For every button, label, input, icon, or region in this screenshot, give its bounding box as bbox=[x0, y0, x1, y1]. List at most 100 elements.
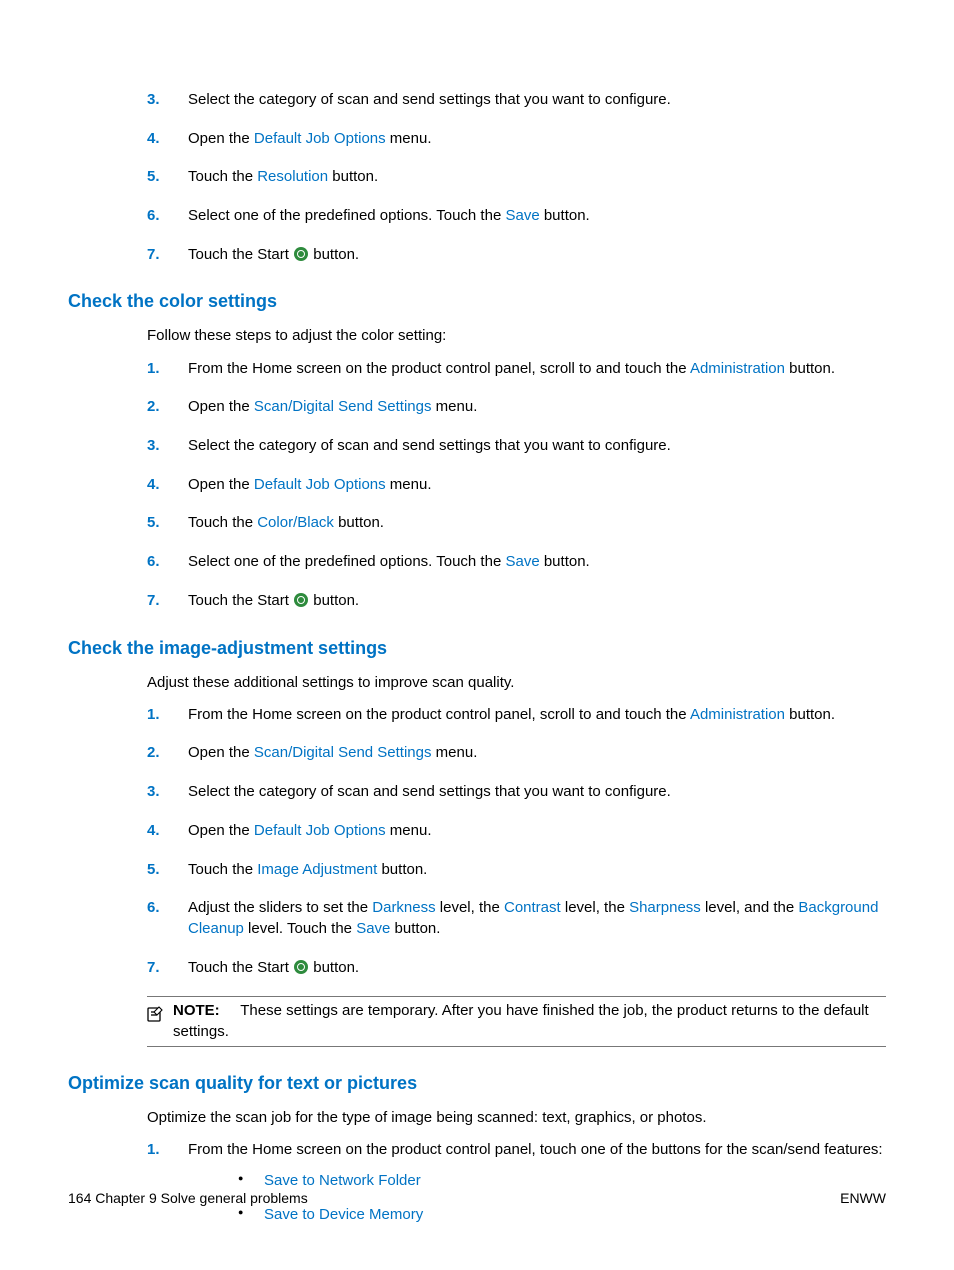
optimize-quality-steps: 1. From the Home screen on the product co… bbox=[68, 1140, 886, 1225]
note-label: NOTE: bbox=[173, 1002, 220, 1019]
step-text: Open the Default Job Options menu. bbox=[188, 130, 432, 147]
keyword: Save bbox=[505, 207, 539, 224]
step-number: 1. bbox=[147, 359, 160, 380]
step-item: 4. Open the Default Job Options menu. bbox=[147, 129, 886, 150]
step-text: Touch the Image Adjustment button. bbox=[188, 861, 427, 878]
step-item: 3. Select the category of scan and send s… bbox=[147, 782, 886, 803]
step-item: 5. Touch the Color/Black button. bbox=[147, 513, 886, 534]
bullet-item: Save to Network Folder bbox=[228, 1171, 886, 1191]
step-number: 5. bbox=[147, 167, 160, 188]
heading-color-settings: Check the color settings bbox=[68, 291, 886, 312]
keyword: Default Job Options bbox=[254, 130, 386, 147]
keyword: Default Job Options bbox=[254, 476, 386, 493]
intro-color-settings: Follow these steps to adjust the color s… bbox=[147, 326, 886, 346]
footer-left: 164 Chapter 9 Solve general problems bbox=[68, 1190, 308, 1206]
step-text: Select the category of scan and send set… bbox=[188, 437, 671, 454]
step-text: Select one of the predefined options. To… bbox=[188, 207, 590, 224]
footer-right: ENWW bbox=[840, 1190, 886, 1206]
step-number: 7. bbox=[147, 958, 160, 979]
keyword: Darkness bbox=[372, 899, 435, 916]
keyword: Image Adjustment bbox=[257, 861, 377, 878]
step-text: Select the category of scan and send set… bbox=[188, 91, 671, 108]
step-text: Touch the Start button. bbox=[188, 959, 359, 976]
step-item: 7. Touch the Start button. bbox=[147, 591, 886, 612]
step-text: Open the Default Job Options menu. bbox=[188, 476, 432, 493]
step-text: Touch the Resolution button. bbox=[188, 168, 378, 185]
start-icon bbox=[294, 960, 308, 974]
step-text: Touch the Start button. bbox=[188, 592, 359, 609]
step-number: 4. bbox=[147, 475, 160, 496]
step-text: From the Home screen on the product cont… bbox=[188, 1141, 883, 1158]
step-text: Open the Scan/Digital Send Settings menu… bbox=[188, 398, 477, 415]
step-number: 6. bbox=[147, 552, 160, 573]
step-text: Touch the Start button. bbox=[188, 246, 359, 263]
step-item: 6. Adjust the sliders to set the Darkness… bbox=[147, 898, 886, 939]
start-icon bbox=[294, 593, 308, 607]
keyword: Save to Device Memory bbox=[264, 1206, 423, 1223]
keyword: Administration bbox=[690, 360, 785, 377]
step-number: 3. bbox=[147, 90, 160, 111]
keyword: Color/Black bbox=[257, 514, 334, 531]
keyword: Default Job Options bbox=[254, 822, 386, 839]
keyword: Resolution bbox=[257, 168, 328, 185]
step-item: 1. From the Home screen on the product co… bbox=[147, 705, 886, 726]
step-item: 3. Select the category of scan and send s… bbox=[147, 90, 886, 111]
step-item: 7. Touch the Start button. bbox=[147, 245, 886, 266]
step-item: 7. Touch the Start button. bbox=[147, 958, 886, 979]
step-item: 2. Open the Scan/Digital Send Settings me… bbox=[147, 743, 886, 764]
intro-optimize-quality: Optimize the scan job for the type of im… bbox=[147, 1108, 886, 1128]
image-adjustment-steps: 1. From the Home screen on the product co… bbox=[68, 705, 886, 979]
keyword: Contrast bbox=[504, 899, 561, 916]
bullet-item: Save to Device Memory bbox=[228, 1205, 886, 1225]
step-number: 4. bbox=[147, 821, 160, 842]
step-item: 3. Select the category of scan and send s… bbox=[147, 436, 886, 457]
step-number: 7. bbox=[147, 591, 160, 612]
step-text: Open the Default Job Options menu. bbox=[188, 822, 432, 839]
step-number: 5. bbox=[147, 860, 160, 881]
intro-image-adjustment: Adjust these additional settings to impr… bbox=[147, 673, 886, 693]
step-text: From the Home screen on the product cont… bbox=[188, 360, 835, 377]
step-number: 3. bbox=[147, 782, 160, 803]
step-number: 5. bbox=[147, 513, 160, 534]
step-number: 2. bbox=[147, 397, 160, 418]
step-item: 1. From the Home screen on the product co… bbox=[147, 359, 886, 380]
step-item: 4. Open the Default Job Options menu. bbox=[147, 821, 886, 842]
keyword: Scan/Digital Send Settings bbox=[254, 744, 432, 761]
keyword: Save bbox=[356, 920, 390, 937]
note-body: These settings are temporary. After you … bbox=[173, 1002, 869, 1039]
keyword: Save to Network Folder bbox=[264, 1172, 421, 1189]
note-block: NOTE: These settings are temporary. Afte… bbox=[147, 996, 886, 1047]
step-item: 6. Select one of the predefined options. … bbox=[147, 552, 886, 573]
keyword: Administration bbox=[690, 706, 785, 723]
step-number: 1. bbox=[147, 1140, 160, 1161]
step-number: 3. bbox=[147, 436, 160, 457]
step-number: 2. bbox=[147, 743, 160, 764]
continued-steps-list: 3. Select the category of scan and send s… bbox=[68, 90, 886, 265]
keyword: Save bbox=[505, 553, 539, 570]
step-item: 5. Touch the Image Adjustment button. bbox=[147, 860, 886, 881]
step-number: 6. bbox=[147, 206, 160, 227]
keyword: Sharpness bbox=[629, 899, 701, 916]
keyword: Scan/Digital Send Settings bbox=[254, 398, 432, 415]
step-text: From the Home screen on the product cont… bbox=[188, 706, 835, 723]
step-item: 5. Touch the Resolution button. bbox=[147, 167, 886, 188]
step-number: 7. bbox=[147, 245, 160, 266]
step-number: 6. bbox=[147, 898, 160, 919]
step-item: 1. From the Home screen on the product co… bbox=[147, 1140, 886, 1225]
step-text: Select the category of scan and send set… bbox=[188, 783, 671, 800]
start-icon bbox=[294, 247, 308, 261]
heading-optimize-quality: Optimize scan quality for text or pictur… bbox=[68, 1073, 886, 1094]
step-text: Adjust the sliders to set the Darkness l… bbox=[188, 899, 878, 937]
heading-image-adjustment: Check the image-adjustment settings bbox=[68, 638, 886, 659]
color-settings-steps: 1. From the Home screen on the product co… bbox=[68, 359, 886, 612]
step-item: 4. Open the Default Job Options menu. bbox=[147, 475, 886, 496]
step-number: 4. bbox=[147, 129, 160, 150]
step-item: 2. Open the Scan/Digital Send Settings me… bbox=[147, 397, 886, 418]
step-number: 1. bbox=[147, 705, 160, 726]
step-text: Touch the Color/Black button. bbox=[188, 514, 384, 531]
note-icon bbox=[145, 1004, 165, 1030]
step-text: Select one of the predefined options. To… bbox=[188, 553, 590, 570]
step-text: Open the Scan/Digital Send Settings menu… bbox=[188, 744, 477, 761]
step-item: 6. Select one of the predefined options. … bbox=[147, 206, 886, 227]
document-page: 3. Select the category of scan and send s… bbox=[0, 0, 954, 1270]
